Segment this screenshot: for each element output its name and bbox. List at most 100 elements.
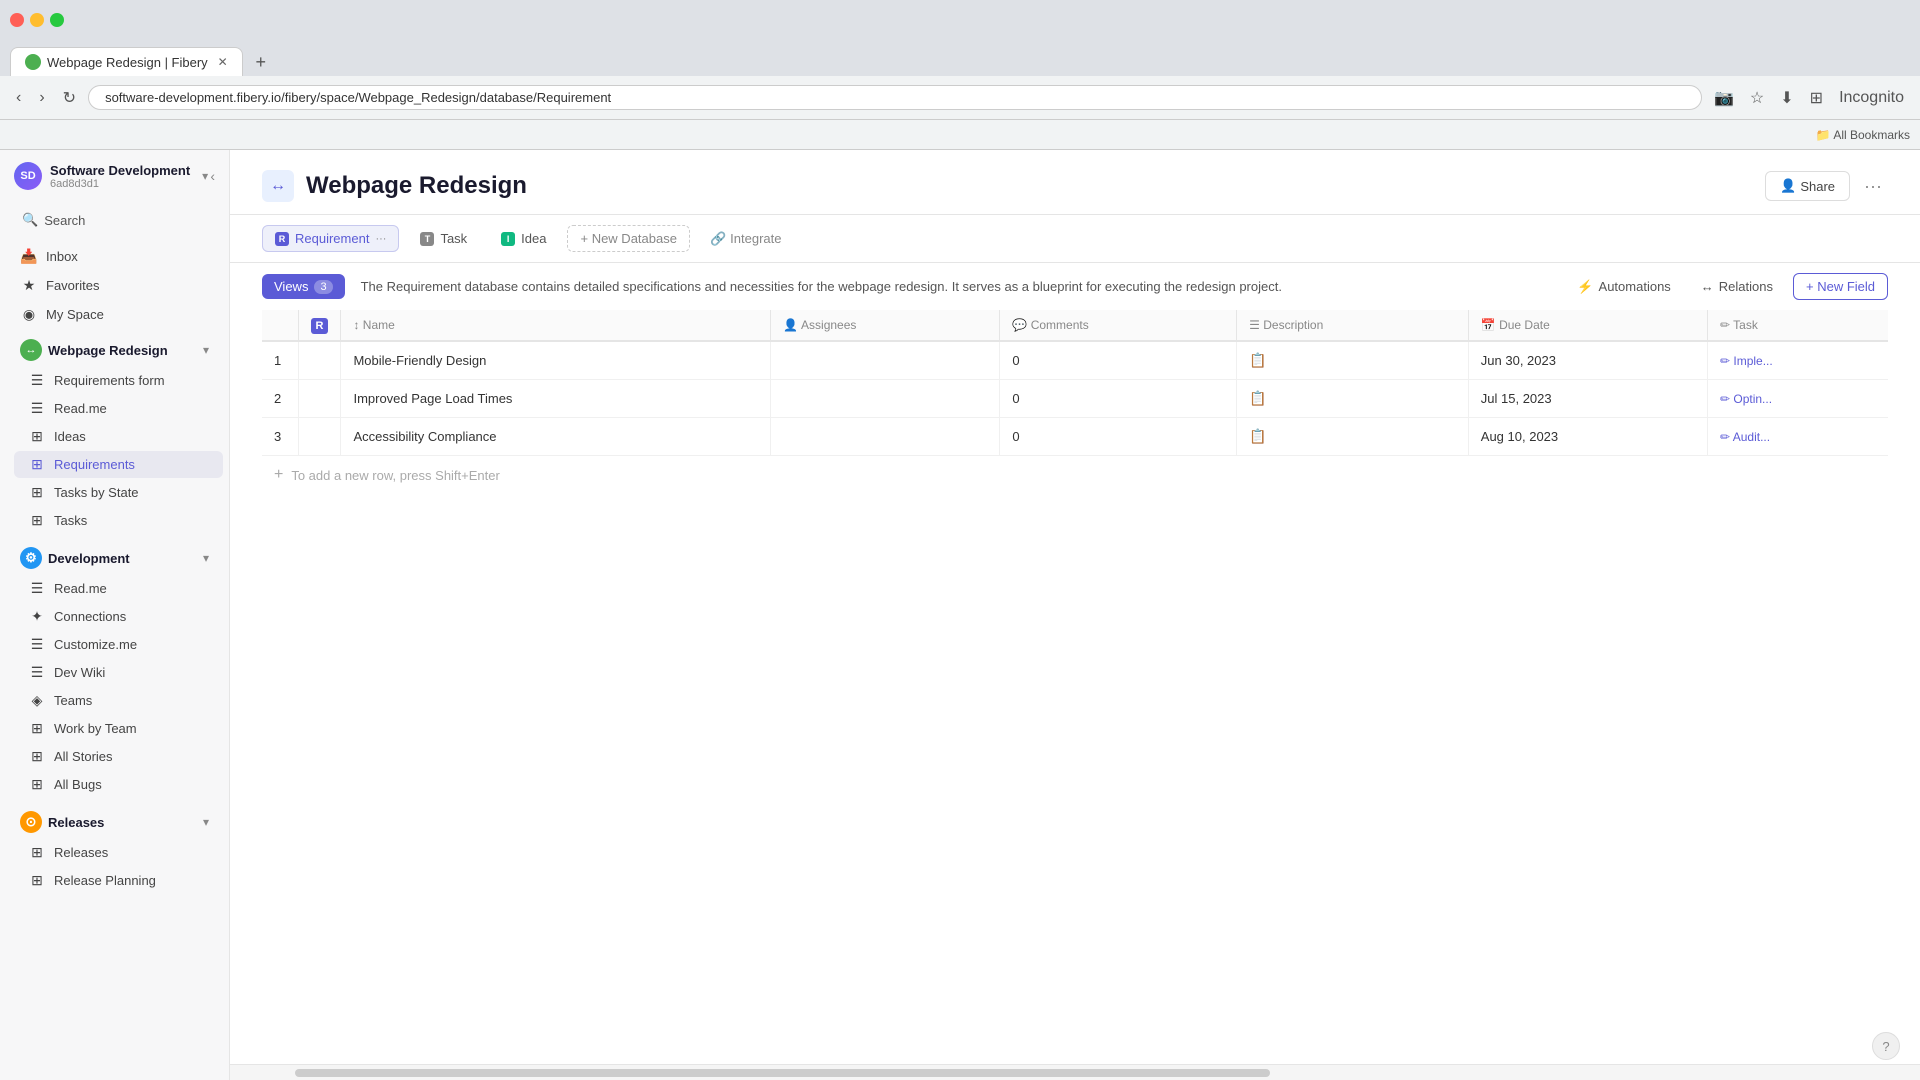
sidebar-item-customize-me[interactable]: ☰ Customize.me: [14, 631, 223, 658]
layout-icon[interactable]: ⊞: [1804, 84, 1829, 112]
new-tab-button[interactable]: +: [247, 48, 275, 76]
requirements-icon: ⊞: [28, 456, 46, 473]
section-expand-dev-icon: ▾: [203, 551, 209, 565]
sidebar-item-connections[interactable]: ✦ Connections: [14, 603, 223, 630]
row-assignees-1[interactable]: [771, 341, 1000, 380]
db-tab-task[interactable]: T Task: [407, 225, 480, 252]
requirement-tab-dot: R: [275, 232, 289, 246]
sidebar-item-releases[interactable]: ⊞ Releases: [14, 839, 223, 866]
incognito-button[interactable]: Incognito: [1833, 84, 1910, 112]
sidebar-item-tasks[interactable]: ⊞ Tasks: [14, 507, 223, 534]
new-field-button[interactable]: + New Field: [1793, 273, 1888, 300]
minimize-button[interactable]: [30, 13, 44, 27]
bookmark-icon[interactable]: ☆: [1744, 84, 1770, 112]
sidebar-item-requirements[interactable]: ⊞ Requirements: [14, 451, 223, 478]
tab-close-icon[interactable]: ✕: [218, 55, 228, 69]
scroll-thumb[interactable]: [295, 1069, 1271, 1077]
sidebar-item-favorites[interactable]: ★ Favorites: [6, 272, 223, 299]
sidebar-item-ideas[interactable]: ⊞ Ideas ···: [14, 423, 223, 450]
integrate-label: Integrate: [730, 231, 781, 246]
active-tab[interactable]: Webpage Redesign | Fibery ✕: [10, 47, 243, 76]
sidebar-item-all-stories[interactable]: ⊞ All Stories: [14, 743, 223, 770]
row-task-3[interactable]: ✏ Audit...: [1707, 418, 1888, 456]
releases-icon: ⊞: [28, 844, 46, 861]
section-header-releases[interactable]: ⊙ Releases ▾: [6, 805, 223, 837]
col-comments-header[interactable]: 💬 Comments: [1000, 310, 1237, 341]
db-tab-requirement[interactable]: R Requirement ···: [262, 225, 399, 252]
connections-icon: ✦: [28, 608, 46, 625]
col-name-header[interactable]: ↕ Name: [341, 310, 771, 341]
toolbar-actions: ⚡ Automations ↔ Relations + New Field: [1567, 273, 1888, 300]
sidebar-collapse-button[interactable]: ‹: [210, 168, 215, 184]
integrate-button[interactable]: 🔗 Integrate: [698, 226, 794, 252]
table-row: 1 Mobile-Friendly Design 0 📋 Jun 30, 202…: [262, 341, 1888, 380]
sidebar-item-teams[interactable]: ◈ Teams: [14, 687, 223, 714]
help-button[interactable]: ?: [1872, 1032, 1900, 1060]
add-row-text: To add a new row, press Shift+Enter: [291, 468, 499, 483]
row-task-1[interactable]: ✏ Imple...: [1707, 341, 1888, 380]
share-button[interactable]: 👤 Share: [1765, 171, 1850, 201]
section-expand-icon: ▾: [203, 343, 209, 357]
section-dot-webpage-redesign: ↔: [20, 339, 42, 361]
row-num-2: 2: [262, 380, 298, 418]
sidebar-item-release-planning[interactable]: ⊞ Release Planning: [14, 867, 223, 894]
search-button[interactable]: 🔍 Search: [12, 206, 217, 234]
new-database-button[interactable]: + New Database: [567, 225, 689, 252]
row-name-2[interactable]: Improved Page Load Times: [341, 380, 771, 418]
requirements-form-icon: ☰: [28, 372, 46, 389]
section-header-development[interactable]: ⚙ Development ▾: [6, 541, 223, 573]
sidebar-item-my-space[interactable]: ◉ My Space: [6, 301, 223, 328]
work-by-team-icon: ⊞: [28, 720, 46, 737]
sidebar-item-inbox[interactable]: 📥 Inbox: [6, 243, 223, 270]
camera-icon[interactable]: 📷: [1708, 84, 1740, 112]
refresh-button[interactable]: ↻: [57, 84, 82, 112]
forward-button[interactable]: ›: [33, 85, 50, 111]
db-tab-idea[interactable]: I Idea: [488, 225, 559, 252]
row-assignees-2[interactable]: [771, 380, 1000, 418]
page-more-button[interactable]: ···: [1858, 172, 1888, 201]
tasks-label: Tasks: [54, 513, 87, 528]
address-bar[interactable]: software-development.fibery.io/fibery/sp…: [88, 85, 1702, 110]
section-label-releases: Releases: [48, 815, 197, 830]
content-area: Views 3 The Requirement database contain…: [230, 263, 1920, 1080]
horizontal-scrollbar[interactable]: [230, 1064, 1920, 1080]
section-header-webpage-redesign[interactable]: ↔ Webpage Redesign ▾: [6, 333, 223, 365]
views-button[interactable]: Views 3: [262, 274, 345, 299]
maximize-button[interactable]: [50, 13, 64, 27]
workspace-selector[interactable]: SD Software Development 6ad8d3d1 ▾: [14, 162, 208, 190]
sidebar-item-tasks-by-state[interactable]: ⊞ Tasks by State: [14, 479, 223, 506]
col-due-date-header[interactable]: 📅 Due Date: [1468, 310, 1707, 341]
sidebar-item-all-bugs[interactable]: ⊞ All Bugs: [14, 771, 223, 798]
dev-wiki-icon: ☰: [28, 664, 46, 681]
automations-button[interactable]: ⚡ Automations: [1567, 274, 1680, 300]
nav-actions: 📷 ☆ ⬇ ⊞ Incognito: [1708, 84, 1910, 112]
requirement-tab-more-icon[interactable]: ···: [375, 233, 386, 245]
due-date-icon: 📅: [1481, 318, 1499, 332]
row-name-3[interactable]: Accessibility Compliance: [341, 418, 771, 456]
add-row-hint[interactable]: + To add a new row, press Shift+Enter: [262, 456, 1888, 494]
relations-button[interactable]: ↔ Relations: [1691, 274, 1783, 299]
download-icon[interactable]: ⬇: [1774, 84, 1799, 112]
sidebar-item-requirements-form[interactable]: ☰ Requirements form: [14, 367, 223, 394]
requirement-tab-label: Requirement: [295, 231, 369, 246]
sidebar-item-read-me-dev[interactable]: ☰ Read.me: [14, 575, 223, 602]
sidebar-item-dev-wiki[interactable]: ☰ Dev Wiki: [14, 659, 223, 686]
close-button[interactable]: [10, 13, 24, 27]
col-assignees-header[interactable]: 👤 Assignees: [771, 310, 1000, 341]
row-assignees-3[interactable]: [771, 418, 1000, 456]
workspace-chevron-icon: ▾: [202, 169, 208, 183]
sidebar-item-read-me-wr[interactable]: ☰ Read.me: [14, 395, 223, 422]
col-description-header[interactable]: ☰ Description: [1237, 310, 1469, 341]
row-comments-2: 0: [1000, 380, 1237, 418]
col-num-header: [262, 310, 298, 341]
col-task-header[interactable]: ✏ Task: [1707, 310, 1888, 341]
sidebar-item-work-by-team[interactable]: ⊞ Work by Team: [14, 715, 223, 742]
idea-tab-dot: I: [501, 232, 515, 246]
row-description-1: 📋: [1237, 341, 1469, 380]
row-task-2[interactable]: ✏ Optin...: [1707, 380, 1888, 418]
app: SD Software Development 6ad8d3d1 ▾ ‹ 🔍 S…: [0, 150, 1920, 1080]
back-button[interactable]: ‹: [10, 85, 27, 111]
workspace-id: 6ad8d3d1: [50, 178, 190, 190]
row-name-1[interactable]: Mobile-Friendly Design: [341, 341, 771, 380]
table-wrapper[interactable]: R ↕ Name 👤 Assignees 💬 Comments: [230, 310, 1920, 1064]
